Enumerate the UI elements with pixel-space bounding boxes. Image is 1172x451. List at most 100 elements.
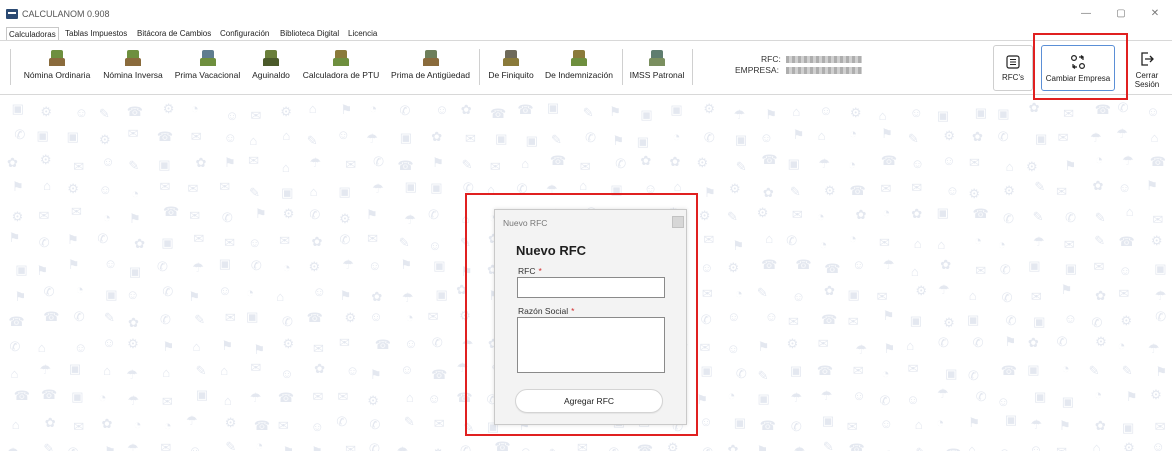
- background-doodle: ▣: [338, 184, 351, 200]
- background-doodle: ✿: [824, 282, 835, 298]
- background-doodle: ⚑: [162, 338, 175, 354]
- background-doodle: ◔: [849, 126, 857, 142]
- background-doodle: ✉: [312, 388, 324, 404]
- background-doodle: ✿: [971, 129, 983, 145]
- background-doodle: ⚑: [612, 132, 624, 148]
- background-doodle: ⚙: [308, 258, 321, 274]
- background-doodle: ☺: [336, 127, 350, 143]
- background-doodle: ✉: [907, 360, 919, 376]
- background-doodle: ☂: [39, 362, 52, 378]
- background-doodle: ◔: [75, 282, 84, 298]
- background-doodle: ☺: [910, 155, 925, 171]
- background-doodle: ✉: [1057, 129, 1069, 145]
- rfc-value-redacted: [786, 56, 862, 63]
- logout-icon: [1141, 52, 1154, 66]
- background-doodle: ☂: [366, 130, 378, 146]
- background-doodle: ⚑: [1060, 282, 1073, 298]
- background-doodle: ✉: [73, 419, 85, 435]
- background-doodle: ⚑: [609, 103, 621, 119]
- background-doodle: ☺: [404, 336, 418, 352]
- background-doodle: ☎: [306, 310, 323, 326]
- background-doodle: ⌂: [914, 416, 923, 432]
- background-doodle: ⚙: [1150, 233, 1163, 249]
- background-doodle: ☺: [791, 288, 806, 304]
- background-doodle: ◔: [1095, 152, 1103, 168]
- background-doodle: ⚙: [67, 180, 79, 196]
- background-doodle: ⌂: [276, 289, 285, 305]
- imss-patronal-button[interactable]: IMSS Patronal: [627, 49, 687, 89]
- nomina-ordinaria-button[interactable]: Nómina Ordinaria: [20, 49, 94, 89]
- menu-licencia[interactable]: Licencia: [346, 27, 379, 40]
- background-doodle: ✉: [1118, 286, 1130, 302]
- menu-configuracion[interactable]: Configuración: [218, 27, 271, 40]
- background-doodle: ✉: [975, 262, 987, 278]
- background-doodle: ⚑: [882, 308, 895, 324]
- background-doodle: ☂: [820, 387, 833, 403]
- menu-bitacora-cambios[interactable]: Bitácora de Cambios: [135, 27, 213, 40]
- minimize-button[interactable]: —: [1077, 8, 1095, 20]
- background-doodle: ✎: [461, 156, 473, 172]
- background-doodle: ☺: [1118, 262, 1132, 278]
- background-doodle: ▣: [640, 106, 653, 122]
- menu-tablas-impuestos[interactable]: Tablas Impuestos: [63, 27, 129, 40]
- background-doodle: ⌂: [878, 107, 887, 123]
- imss-icon: [648, 49, 666, 67]
- rfcs-button[interactable]: RFC's: [993, 45, 1033, 91]
- background-doodle: ⚑: [339, 287, 352, 303]
- background-doodle: ✿: [460, 101, 472, 117]
- close-button[interactable]: ✕: [1146, 8, 1164, 20]
- background-doodle: ◔: [819, 236, 828, 252]
- background-doodle: ✆: [368, 440, 380, 451]
- background-doodle: ☺: [700, 260, 714, 276]
- indemnizacion-button[interactable]: De Indemnización: [540, 49, 618, 89]
- cerrar-sesion-button[interactable]: Cerrar Sesión: [1128, 45, 1166, 91]
- background-doodle: ☺: [945, 182, 960, 198]
- background-doodle: ☺: [428, 237, 442, 253]
- background-doodle: ▣: [1034, 130, 1048, 146]
- nomina-inversa-button[interactable]: Nómina Inversa: [97, 49, 169, 89]
- background-doodle: ☂: [401, 289, 414, 305]
- background-doodle: ✉: [193, 231, 205, 247]
- background-doodle: ⌂: [43, 178, 51, 194]
- background-doodle: ◔: [727, 387, 736, 403]
- background-doodle: ✆: [373, 154, 384, 170]
- background-doodle: ☺: [280, 366, 294, 382]
- background-doodle: ▣: [105, 287, 118, 303]
- background-doodle: ✿: [101, 416, 113, 432]
- sesion-label: Sesión: [1134, 80, 1160, 89]
- calculadora-ptu-button[interactable]: Calculadora de PTU: [298, 49, 384, 89]
- background-doodle: ▣: [1027, 362, 1040, 378]
- background-doodle: ▣: [399, 130, 413, 146]
- background-doodle: ⚙: [666, 440, 679, 451]
- background-doodle: ✉: [433, 416, 445, 432]
- background-doodle: ⌂: [162, 365, 171, 381]
- rfcs-label: RFC's: [1002, 73, 1024, 82]
- background-doodle: ✉: [160, 439, 172, 451]
- button-label: Prima de Antigüedad: [391, 70, 470, 80]
- menu-biblioteca-digital[interactable]: Biblioteca Digital: [278, 27, 341, 40]
- finiquito-button[interactable]: De Finiquito: [485, 49, 537, 89]
- background-doodle: ⚙: [280, 104, 292, 120]
- aguinaldo-button[interactable]: Aguinaldo: [246, 49, 296, 89]
- restore-button[interactable]: ▢: [1112, 8, 1130, 20]
- background-doodle: ▣: [1033, 314, 1046, 330]
- background-doodle: ⚑: [703, 185, 716, 201]
- background-doodle: ✎: [1088, 362, 1100, 378]
- background-doodle: ☎: [1118, 233, 1135, 249]
- prima-vacacional-button[interactable]: Prima Vacacional: [171, 49, 244, 89]
- menu-calculadoras[interactable]: Calculadoras: [6, 27, 59, 40]
- background-doodle: ☺: [98, 181, 112, 197]
- background-doodle: ✎: [789, 184, 801, 200]
- prima-antiguedad-button[interactable]: Prima de Antigüedad: [386, 49, 475, 89]
- background-doodle: ☎: [397, 157, 414, 173]
- background-doodle: ☺: [852, 387, 866, 403]
- background-doodle: ▣: [1154, 260, 1167, 276]
- background-doodle: ▣: [15, 261, 28, 277]
- background-doodle: ☂: [855, 341, 867, 357]
- background-doodle: ⚑: [792, 127, 805, 143]
- background-doodle: ✎: [756, 285, 768, 301]
- background-doodle: ⚙: [1150, 386, 1162, 402]
- empresa-value-redacted: [786, 67, 862, 74]
- background-doodle: ✉: [703, 232, 715, 248]
- background-doodle: ✆: [156, 258, 168, 274]
